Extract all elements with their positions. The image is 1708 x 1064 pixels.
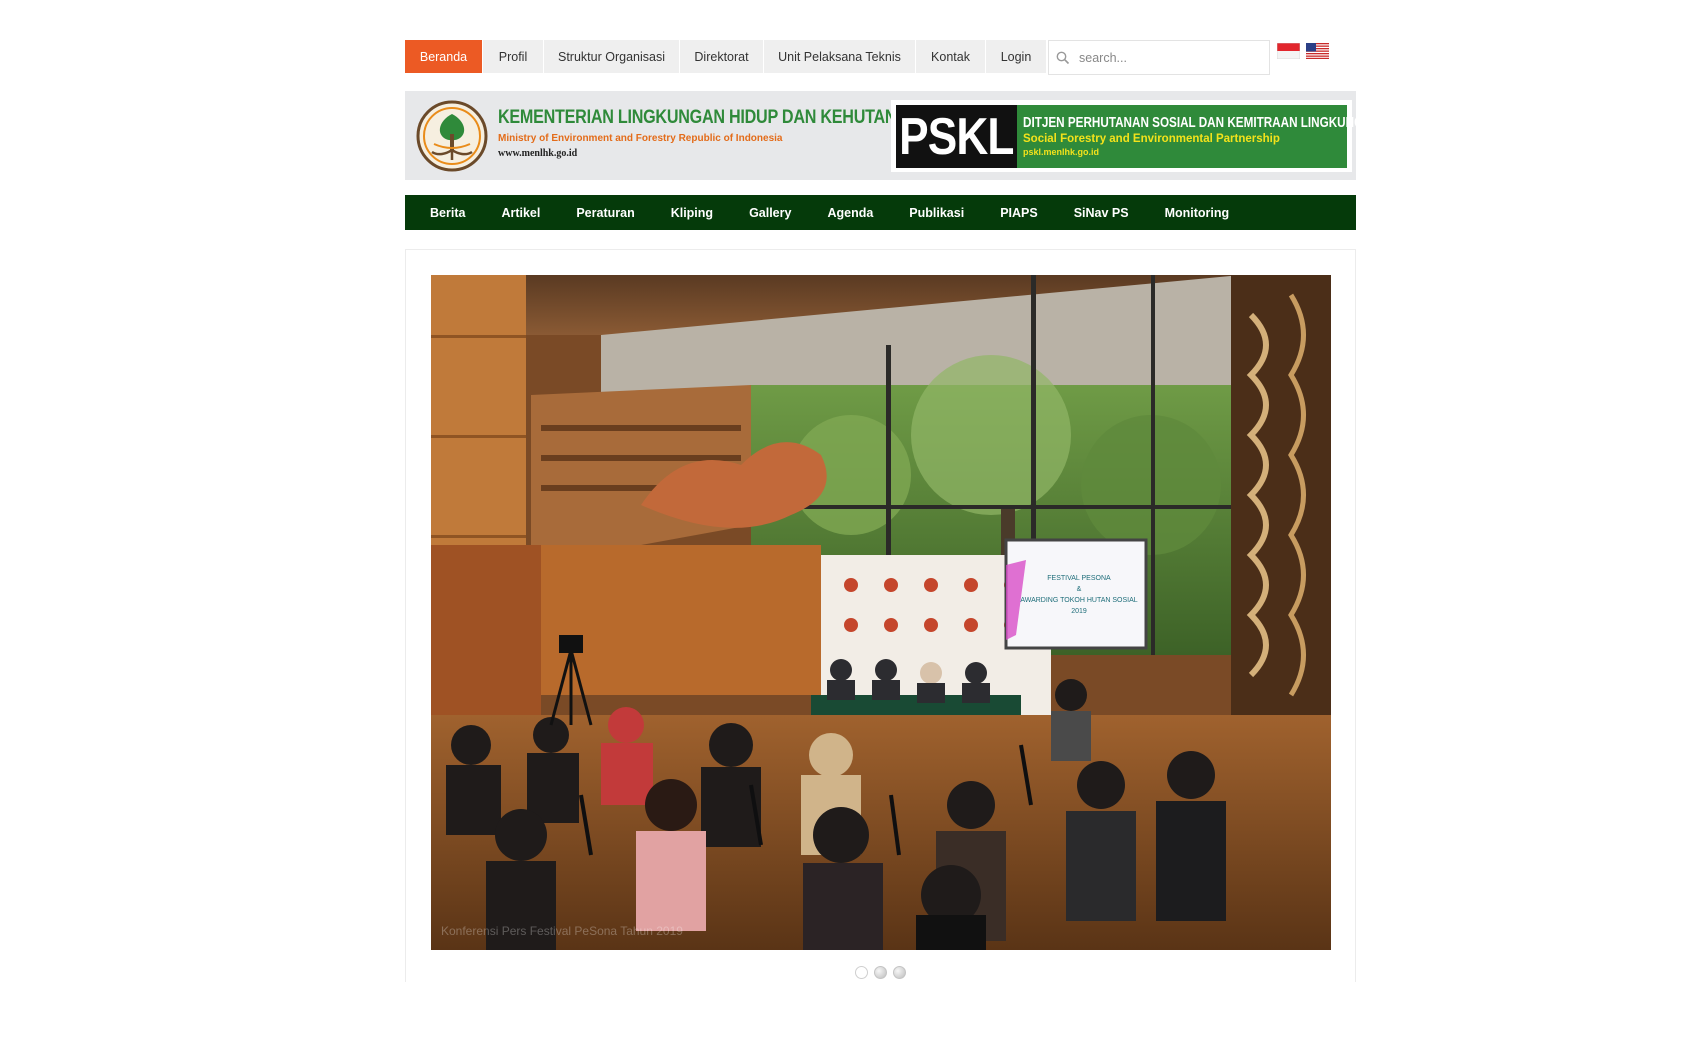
pskl-title: DITJEN PERHUTANAN SOSIAL DAN KEMITRAAN L… [1023,114,1381,131]
nav-unit-pelaksana-teknis[interactable]: Unit Pelaksana Teknis [764,40,916,73]
slider-pagination [406,966,1355,979]
nav-direktorat[interactable]: Direktorat [680,40,764,73]
nav-agenda[interactable]: Agenda [809,206,891,220]
pskl-logo: PSKL [896,105,1017,168]
svg-text:FESTIVAL PESONA: FESTIVAL PESONA [1047,575,1111,582]
nav-kontak[interactable]: Kontak [916,40,986,73]
search-icon[interactable] [1049,51,1077,65]
search-box [1048,40,1270,75]
indonesia-flag-icon[interactable] [1276,42,1301,60]
pskl-subtitle: Social Forestry and Environmental Partne… [1023,133,1280,145]
svg-text:2019: 2019 [1071,608,1087,615]
ministry-subtitle: Ministry of Environment and Forestry Rep… [498,133,783,144]
nav-beranda[interactable]: Beranda [405,40,483,73]
nav-publikasi[interactable]: Publikasi [891,206,982,220]
nav-peraturan[interactable]: Peraturan [558,206,652,220]
nav-profil[interactable]: Profil [483,40,544,73]
nav-artikel[interactable]: Artikel [483,206,558,220]
pskl-logo-text: PSKL [899,107,1014,166]
slider-dot-1[interactable] [855,966,868,979]
svg-text:AWARDING TOKOH HUTAN SOSIAL: AWARDING TOKOH HUTAN SOSIAL [1020,597,1137,604]
slide-image[interactable]: FESTIVAL PESONA & AWARDING TOKOH HUTAN S… [431,275,1331,950]
nav-login[interactable]: Login [986,40,1047,73]
svg-text:&: & [1077,586,1082,593]
ministry-title: KEMENTERIAN LINGKUNGAN HIDUP DAN KEHUTAN… [498,107,920,128]
nav-monitoring[interactable]: Monitoring [1147,206,1248,220]
usa-flag-icon[interactable] [1306,43,1329,59]
nav-struktur-organisasi[interactable]: Struktur Organisasi [544,40,680,73]
slider-dot-2[interactable] [874,966,887,979]
search-input[interactable] [1077,49,1261,66]
image-slider: FESTIVAL PESONA & AWARDING TOKOH HUTAN S… [405,249,1356,982]
nav-berita[interactable]: Berita [412,206,483,220]
top-navigation: Beranda Profil Struktur Organisasi Direk… [405,40,1047,73]
nav-sinav-ps[interactable]: SiNav PS [1056,206,1147,220]
nav-kliping[interactable]: Kliping [653,206,731,220]
ministry-logo-emblem [416,100,488,172]
slider-dot-3[interactable] [893,966,906,979]
pskl-title-block: DITJEN PERHUTANAN SOSIAL DAN KEMITRAAN L… [1017,105,1380,168]
pskl-url: pskl.menlhk.go.id [1023,147,1100,157]
nav-gallery[interactable]: Gallery [731,206,809,220]
nav-piaps[interactable]: PIAPS [982,206,1056,220]
main-navigation: Berita Artikel Peraturan Kliping Gallery… [405,195,1356,230]
ministry-url: www.menlhk.go.id [498,148,578,159]
header-banner: KEMENTERIAN LINGKUNGAN HIDUP DAN KEHUTAN… [405,91,1380,180]
pskl-banner[interactable]: PSKL DITJEN PERHUTANAN SOSIAL DAN KEMITR… [891,100,1380,172]
slide-caption: Konferensi Pers Festival PeSona Tahun 20… [441,924,683,938]
